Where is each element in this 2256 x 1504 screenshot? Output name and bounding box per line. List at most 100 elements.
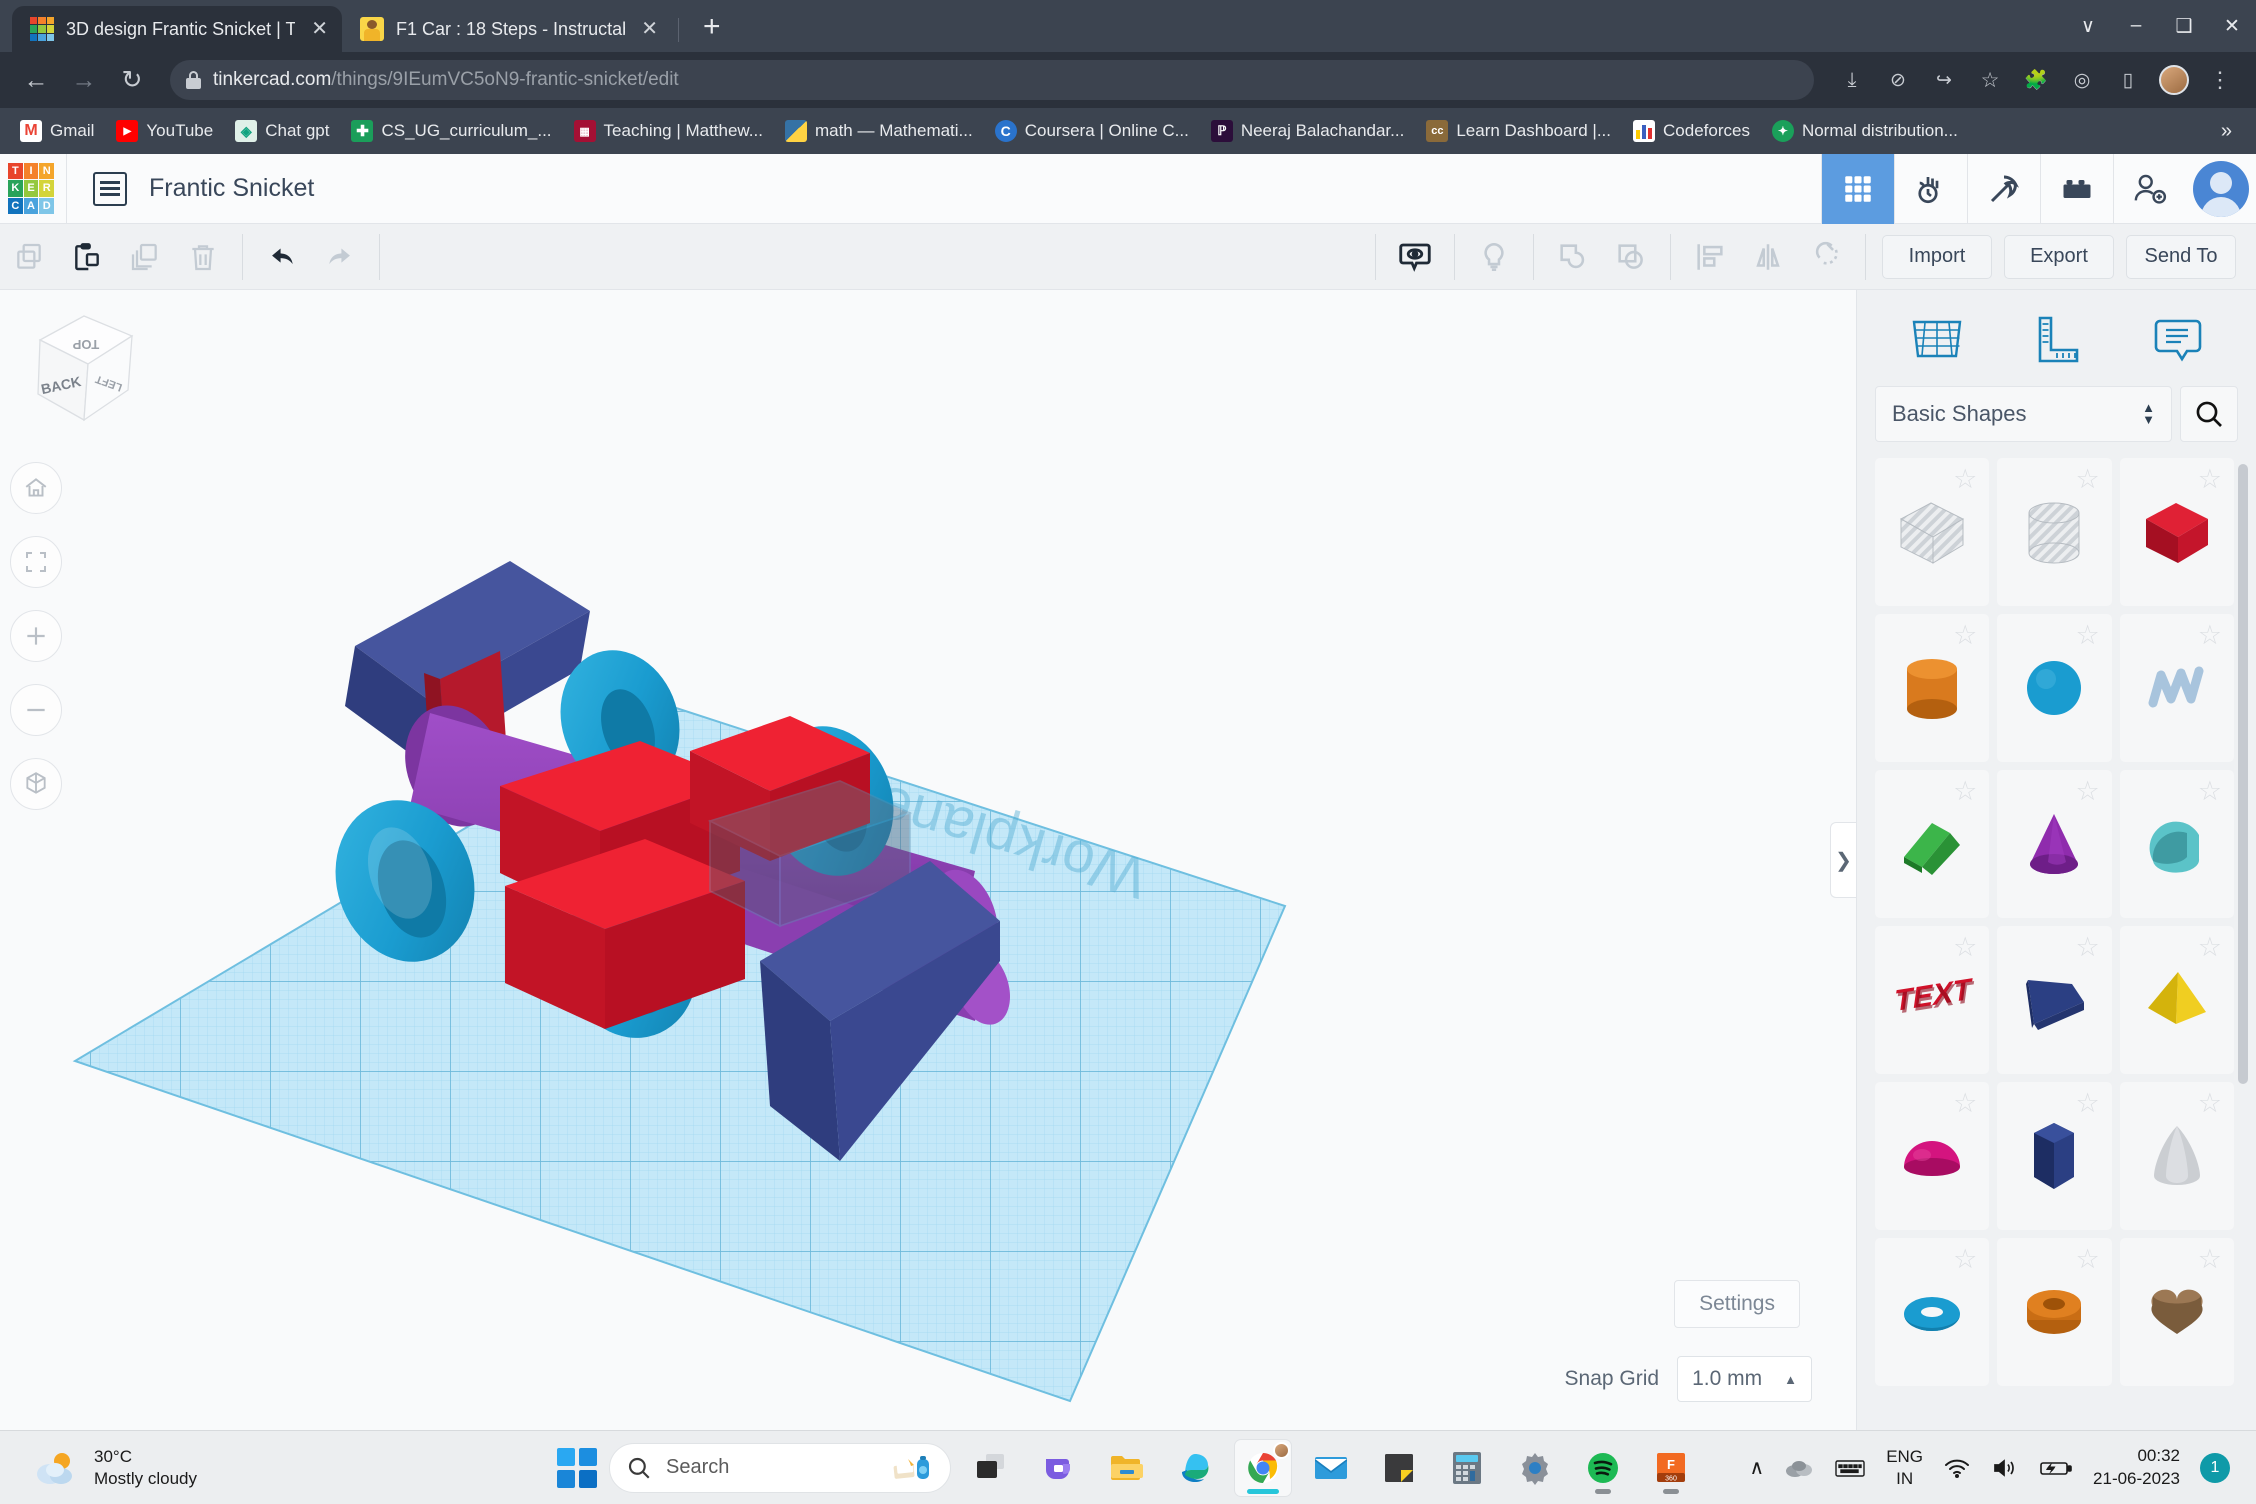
workplane-icon[interactable] bbox=[1900, 303, 1974, 373]
hand-blocks-icon[interactable] bbox=[1894, 154, 1967, 224]
favorite-star-icon[interactable]: ☆ bbox=[2198, 934, 2222, 961]
bookmark-chatgpt[interactable]: ◈ Chat gpt bbox=[225, 116, 339, 146]
lightbulb-icon[interactable] bbox=[1469, 232, 1519, 282]
ruler-icon[interactable] bbox=[2019, 303, 2093, 373]
copy-icon[interactable] bbox=[4, 232, 54, 282]
clock[interactable]: 00:32 21-06-2023 bbox=[2093, 1445, 2180, 1489]
bookmark-math-mathematica[interactable]: math — Mathemati... bbox=[775, 116, 983, 146]
bookmark-coursera[interactable]: C Coursera | Online C... bbox=[985, 116, 1199, 146]
tinkercad-logo-icon[interactable]: TIN KER CAD bbox=[8, 163, 54, 215]
shape-box-hole[interactable]: ☆ bbox=[1875, 458, 1989, 606]
favorite-star-icon[interactable]: ☆ bbox=[1953, 934, 1977, 961]
tab-close-button[interactable]: ✕ bbox=[311, 19, 328, 39]
bookmark-cs-ug-curriculum[interactable]: ✚ CS_UG_curriculum_... bbox=[341, 116, 561, 146]
favorite-star-icon[interactable]: ☆ bbox=[2075, 466, 2099, 493]
snap-grid-select[interactable]: 1.0 mm ▲ bbox=[1677, 1356, 1812, 1402]
camera-blocked-icon[interactable]: ⊘ bbox=[1876, 58, 1920, 102]
favorite-star-icon[interactable]: ☆ bbox=[1953, 1090, 1977, 1117]
show-hide-eye-icon[interactable] bbox=[1390, 232, 1440, 282]
settings-button[interactable]: Settings bbox=[1674, 1280, 1800, 1328]
chrome-icon[interactable] bbox=[1235, 1440, 1291, 1496]
blocks-grid-icon[interactable] bbox=[1821, 154, 1894, 224]
shape-box[interactable]: ☆ bbox=[2120, 458, 2234, 606]
browser-tab-0[interactable]: 3D design Frantic Snicket | Tinker ✕ bbox=[12, 6, 342, 52]
magnet-icon[interactable] bbox=[1801, 232, 1851, 282]
share-icon[interactable]: ↪ bbox=[1922, 58, 1966, 102]
favorite-star-icon[interactable]: ☆ bbox=[1953, 622, 1977, 649]
shape-pyramid[interactable]: ☆ bbox=[2120, 926, 2234, 1074]
shape-roof[interactable]: ☆ bbox=[1875, 770, 1989, 918]
home-view-icon[interactable] bbox=[10, 462, 62, 514]
favorite-star-icon[interactable]: ☆ bbox=[2198, 778, 2222, 805]
group-icon[interactable] bbox=[1548, 232, 1598, 282]
shape-heart[interactable]: ☆ bbox=[2120, 1238, 2234, 1386]
design-list-icon[interactable] bbox=[93, 172, 127, 206]
reading-icon[interactable]: ◎ bbox=[2060, 58, 2104, 102]
tab-close-button[interactable]: ✕ bbox=[641, 19, 658, 39]
bookmark-star-icon[interactable]: ☆ bbox=[1968, 58, 2012, 102]
download-icon[interactable]: ⤓ bbox=[1830, 58, 1874, 102]
browser-tab-1[interactable]: F1 Car : 18 Steps - Instructables ✕ bbox=[342, 6, 672, 52]
bookmarks-overflow-button[interactable]: » bbox=[2207, 120, 2246, 143]
import-button[interactable]: Import bbox=[1882, 235, 1992, 279]
favorite-star-icon[interactable]: ☆ bbox=[2075, 1090, 2099, 1117]
shape-sphere[interactable]: ☆ bbox=[1997, 614, 2111, 762]
teams-icon[interactable] bbox=[1031, 1440, 1087, 1496]
maximize-button[interactable]: ❑ bbox=[2160, 0, 2208, 52]
shape-cone[interactable]: ☆ bbox=[1997, 770, 2111, 918]
favorite-star-icon[interactable]: ☆ bbox=[1953, 466, 1977, 493]
mail-icon[interactable] bbox=[1303, 1440, 1359, 1496]
edge-icon[interactable] bbox=[1167, 1440, 1223, 1496]
shape-scribble[interactable]: ☆ bbox=[2120, 614, 2234, 762]
volume-icon[interactable] bbox=[1991, 1457, 2019, 1479]
undo-icon[interactable] bbox=[257, 232, 307, 282]
ortho-perspective-icon[interactable] bbox=[10, 758, 62, 810]
shape-tube[interactable]: ☆ bbox=[1997, 1238, 2111, 1386]
duplicate-icon[interactable] bbox=[120, 232, 170, 282]
favorite-star-icon[interactable]: ☆ bbox=[2198, 466, 2222, 493]
tray-overflow-caret-icon[interactable]: ∧ bbox=[1750, 1455, 1765, 1480]
search-icon[interactable] bbox=[2180, 386, 2238, 442]
file-explorer-icon[interactable] bbox=[1099, 1440, 1155, 1496]
lego-brick-icon[interactable] bbox=[2040, 154, 2113, 224]
fusion360-icon[interactable]: F360 bbox=[1643, 1440, 1699, 1496]
shape-text[interactable]: ☆ TEXTTEXT bbox=[1875, 926, 1989, 1074]
shape-cylinder-hole[interactable]: ☆ bbox=[1997, 458, 2111, 606]
paste-icon[interactable] bbox=[62, 232, 112, 282]
favorite-star-icon[interactable]: ☆ bbox=[2075, 622, 2099, 649]
close-window-button[interactable]: ✕ bbox=[2208, 0, 2256, 52]
shape-hemisphere[interactable]: ☆ bbox=[1875, 1082, 1989, 1230]
weather-widget[interactable]: 30°C Mostly cloudy bbox=[8, 1446, 197, 1489]
bookmark-youtube[interactable]: ▶ YouTube bbox=[106, 116, 223, 146]
favorite-star-icon[interactable]: ☆ bbox=[2198, 1090, 2222, 1117]
send-to-button[interactable]: Send To bbox=[2126, 235, 2236, 279]
favorite-star-icon[interactable]: ☆ bbox=[2198, 1246, 2222, 1273]
shape-cylinder[interactable]: ☆ bbox=[1875, 614, 1989, 762]
3d-viewport[interactable]: Workplane bbox=[0, 290, 1856, 1430]
new-tab-button[interactable]: + bbox=[689, 12, 735, 52]
sidepanel-icon[interactable]: ▯ bbox=[2106, 58, 2150, 102]
spotify-icon[interactable] bbox=[1575, 1440, 1631, 1496]
language-indicator[interactable]: ENGIN bbox=[1886, 1446, 1923, 1489]
panel-collapse-toggle[interactable]: ❯ bbox=[1830, 822, 1856, 898]
zoom-in-icon[interactable] bbox=[10, 610, 62, 662]
windows-start-icon[interactable] bbox=[557, 1448, 597, 1488]
shape-torus[interactable]: ☆ bbox=[1875, 1238, 1989, 1386]
settings-icon[interactable] bbox=[1507, 1440, 1563, 1496]
favorite-star-icon[interactable]: ☆ bbox=[1953, 778, 1977, 805]
bookmark-gmail[interactable]: M Gmail bbox=[10, 116, 104, 146]
zoom-out-icon[interactable] bbox=[10, 684, 62, 736]
bookmark-normal-distribution[interactable]: ✦ Normal distribution... bbox=[1762, 116, 1968, 146]
shape-half-cylinder[interactable]: ☆ bbox=[2120, 770, 2234, 918]
mirror-icon[interactable] bbox=[1743, 232, 1793, 282]
3d-scene[interactable]: Workplane bbox=[0, 290, 1856, 1430]
forward-icon[interactable]: → bbox=[62, 58, 106, 102]
add-person-icon[interactable] bbox=[2113, 154, 2186, 224]
redo-icon[interactable] bbox=[315, 232, 365, 282]
delete-icon[interactable] bbox=[178, 232, 228, 282]
more-menu-icon[interactable]: ⋮ bbox=[2198, 58, 2242, 102]
favorite-star-icon[interactable]: ☆ bbox=[2075, 934, 2099, 961]
chrome-more-chevron-icon[interactable]: ∨ bbox=[2064, 0, 2112, 52]
bookmark-codeforces[interactable]: Codeforces bbox=[1623, 116, 1760, 146]
favorite-star-icon[interactable]: ☆ bbox=[1953, 1246, 1977, 1273]
